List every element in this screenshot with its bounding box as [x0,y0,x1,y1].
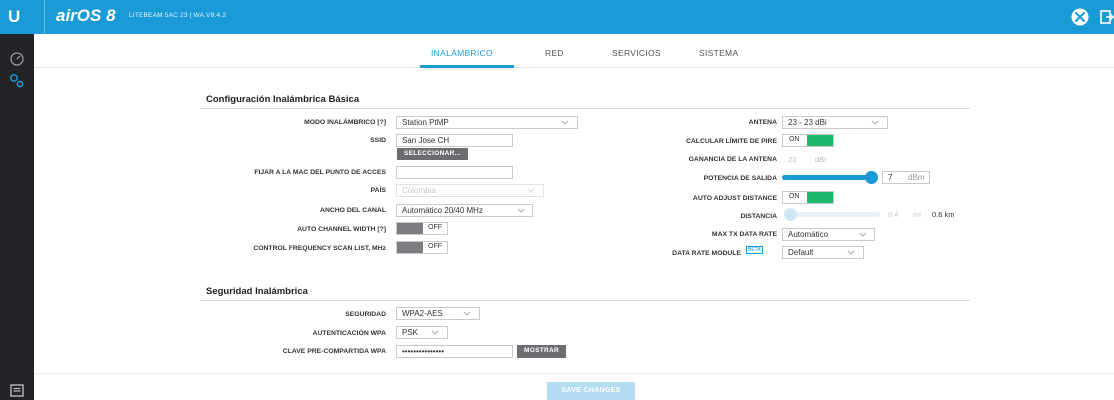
top-bar: U airOS 8 LITEBEAM 5AC 23 | WA.V8.4.2 [0,0,1114,34]
calc-pire-toggle[interactable]: ON [782,134,834,147]
toggle-state: ON [789,193,800,200]
wpa-auth-value: PSK [402,328,419,337]
logout-icon[interactable] [1100,9,1114,25]
tab-red[interactable]: RED [545,48,564,58]
scan-list-toggle[interactable]: OFF [396,241,448,254]
distance-label: DISTANCIA [740,213,778,220]
auto-channel-width-toggle[interactable]: OFF [396,222,448,235]
antenna-value: 23 - 23 dBi [788,118,827,127]
ssid-label: SSID [370,137,386,144]
sidebar [0,34,34,400]
footer-divider [34,373,1114,374]
wpa-auth-label: AUTENTICACIÓN WPA [312,330,386,337]
toggle-knob [397,223,423,234]
output-power-label: POTENCIA DE SALIDA [703,175,777,182]
tools-icon[interactable] [1071,8,1089,26]
output-power-slider-fill [782,175,872,180]
wpa-key-label: CLAVE PRE-COMPARTIDA WPA [282,348,386,355]
device-name: LITEBEAM 5AC 23 | WA.V8.4.2 [129,12,227,19]
chevron-down-icon [859,232,867,237]
settings-icon[interactable] [8,72,26,90]
wireless-mode-label: MODO INALÁMBRICO [?] [304,119,386,126]
channel-width-label: ANCHO DEL CANAL [320,207,386,214]
auto-adjust-distance-toggle[interactable]: ON [782,191,834,204]
wpa-auth-select[interactable]: PSK [396,326,448,339]
output-power-input[interactable]: 7 dBm [882,171,930,184]
show-key-button[interactable]: MOSTRAR [517,345,566,358]
tab-sistema[interactable]: SISTEMA [699,48,738,58]
toggle-knob [807,192,833,203]
country-select[interactable]: Colombia [396,184,544,197]
chevron-down-icon [431,330,439,335]
distance-value: 0.4 [888,210,899,219]
auto-adjust-distance-label: AUTO ADJUST DISTANCE [692,195,777,202]
antenna-gain-unit: dBi [815,155,826,164]
antenna-label: ANTENA [748,119,777,126]
basic-wireless-title: Configuración Inalámbrica Básica [206,94,360,105]
output-power-value: 7 [888,173,893,182]
security-label: SEGURIDAD [345,311,386,318]
antenna-gain-label: GANANCIA DE LA ANTENA [688,156,777,163]
max-tx-rate-select[interactable]: Automático [782,228,875,241]
max-tx-rate-value: Automático [788,230,829,239]
chevron-down-icon [561,120,569,125]
tab-inalambrico[interactable]: INALÁMBRICO [431,48,493,58]
max-tx-rate-label: MAX TX DATA RATE [711,231,777,238]
active-tab-indicator [420,65,514,68]
security-select[interactable]: WPA2-AES [396,307,480,320]
airos-brand: airOS 8 [56,6,116,25]
data-rate-module-select[interactable]: Default [782,246,864,259]
toggle-knob [807,135,833,146]
channel-width-select[interactable]: Automático 20/40 MHz [396,204,533,217]
country-value: Colombia [402,186,436,195]
ssid-input[interactable]: San Jose CH [396,134,513,147]
header-divider [44,0,45,34]
distance-km: 0.6 km [932,210,955,219]
antenna-select[interactable]: 23 - 23 dBi [782,116,888,129]
section-divider [200,300,970,301]
chevron-down-icon [871,120,879,125]
toggle-state: OFF [428,224,442,231]
channel-width-value: Automático 20/40 MHz [402,206,483,215]
output-power-slider-handle[interactable] [865,171,879,184]
dashboard-icon[interactable] [8,50,26,68]
lock-ap-mac-label: FIJAR A LA MAC DEL PUNTO DE ACCES [254,169,386,176]
antenna-gain-value: 23 [788,155,797,164]
distance-unit: mi [913,210,921,219]
wireless-mode-select[interactable]: Station PtMP [396,116,578,129]
chevron-down-icon [517,208,525,213]
lock-ap-mac-input[interactable] [396,166,513,179]
distance-slider-track [786,212,880,217]
tab-bar: INALÁMBRICO RED SERVICIOS SISTEMA [34,34,1114,68]
ubiquiti-logo[interactable]: U [8,7,30,27]
output-power-slider-track [782,175,876,180]
save-changes-button[interactable]: SAVE CHANGES [547,382,635,400]
chevron-down-icon [527,188,535,193]
toggle-knob [397,242,423,253]
wpa-key-input[interactable]: ••••••••••••••• [396,345,513,358]
notes-icon[interactable] [8,382,26,400]
data-rate-module-value: Default [788,248,814,257]
beta-badge: BETA [746,246,763,254]
country-label: PAÍS [370,187,386,194]
distance-slider-handle[interactable] [784,208,797,221]
chevron-down-icon [463,311,471,316]
toggle-state: ON [789,136,800,143]
security-value: WPA2-AES [402,309,443,318]
chevron-down-icon [847,250,855,255]
toggle-state: OFF [428,243,442,250]
wireless-mode-value: Station PtMP [402,118,449,127]
scan-list-label: CONTROL FREQUENCY SCAN LIST, MHz [253,245,386,252]
calc-pire-label: CALCULAR LÍMITE DE PIRE [685,138,777,145]
select-ssid-button[interactable]: SELECCIONAR... [397,148,468,160]
data-rate-module-label: DATA RATE MODULE [672,250,741,257]
auto-channel-width-label: AUTO CHANNEL WIDTH [?] [297,226,386,233]
tab-servicios[interactable]: SERVICIOS [612,48,661,58]
section-divider [200,108,970,109]
output-power-unit: dBm [908,173,925,182]
wireless-security-title: Seguridad Inalámbrica [206,286,308,297]
